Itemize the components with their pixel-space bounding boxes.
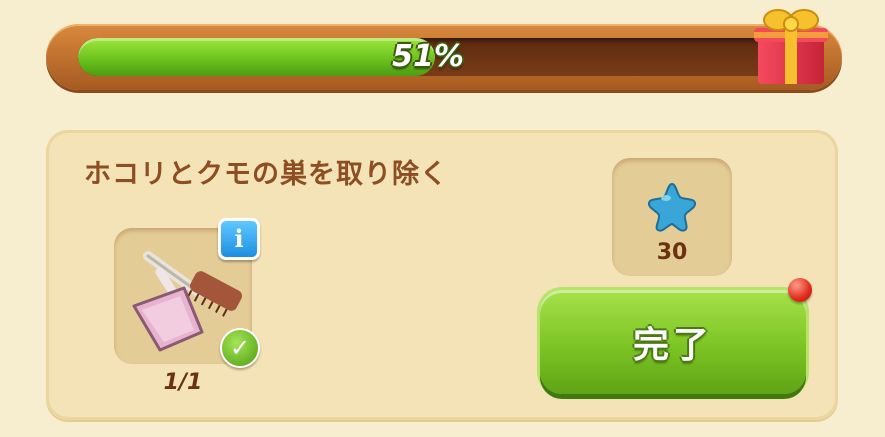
blue-star-icon: [647, 182, 697, 232]
complete-button[interactable]: 完了: [540, 278, 812, 394]
reward-amount: 30: [656, 240, 688, 265]
progress-percent: 51%: [392, 39, 464, 74]
reward-slot: 30: [612, 158, 732, 276]
item-count: 1/1: [163, 370, 203, 395]
progress-bar: 51%: [46, 24, 842, 90]
task-panel: ホコリとクモの巣を取り除く i ✓ 1/1 30 完了: [46, 130, 838, 420]
task-item-slot[interactable]: i ✓: [114, 218, 260, 368]
progress-track: 51%: [78, 38, 778, 76]
notification-dot: [788, 278, 812, 302]
gift-box-icon[interactable]: [752, 2, 830, 88]
info-icon[interactable]: i: [218, 218, 260, 260]
check-icon: ✓: [220, 328, 260, 368]
complete-button-label: 完了: [632, 325, 713, 366]
task-title: ホコリとクモの巣を取り除く: [84, 159, 448, 190]
